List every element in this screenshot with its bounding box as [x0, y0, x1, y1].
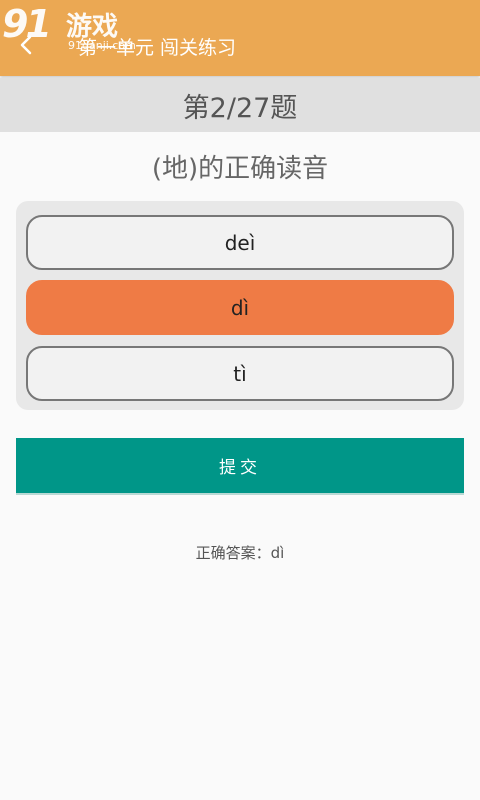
watermark-logo: 91	[2, 2, 52, 46]
correct-answer: 正确答案：dì	[0, 542, 480, 563]
question-text: (地)的正确读音	[151, 154, 329, 184]
watermark: 91 游戏 91danji.com	[2, 2, 142, 58]
option-3[interactable]: tì	[26, 346, 454, 401]
progress-header: 第2/27题	[0, 78, 480, 132]
option-1[interactable]: deì	[26, 215, 454, 270]
submit-button[interactable]: 提交	[16, 438, 464, 495]
correct-answer-label: 正确答案：	[195, 544, 271, 562]
option-2[interactable]: dì	[26, 280, 454, 335]
watermark-text: 游戏	[66, 12, 119, 42]
question-progress: 第2/27题	[182, 92, 298, 124]
correct-answer-value: dì	[270, 544, 285, 562]
options-card: deì dì tì	[16, 201, 464, 410]
watermark-url: 91danji.com	[68, 39, 136, 52]
